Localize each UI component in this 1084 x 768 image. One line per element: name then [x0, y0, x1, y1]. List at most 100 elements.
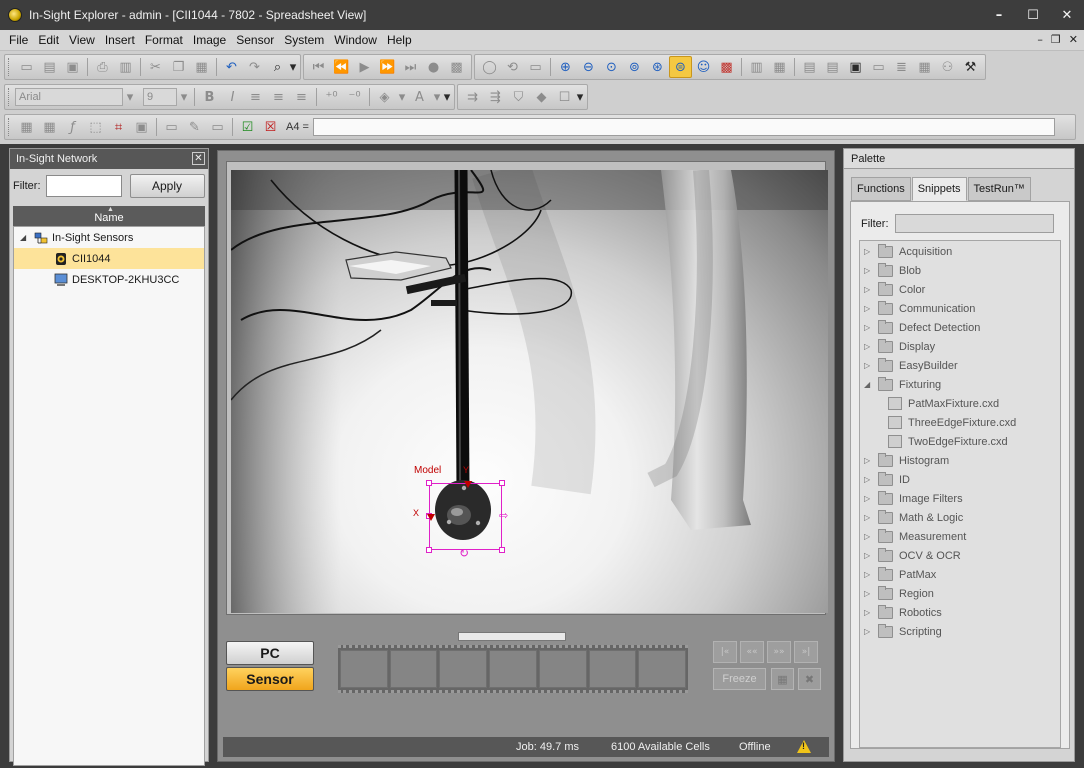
- palette-snippet[interactable]: ThreeEdgeFixture.cxd: [860, 413, 1060, 432]
- palette-folder[interactable]: ▷ Blob: [860, 261, 1060, 280]
- palette-folder[interactable]: ▷ Color: [860, 280, 1060, 299]
- camera-icon[interactable]: ▭: [524, 56, 547, 78]
- film-frame[interactable]: [588, 650, 637, 688]
- zoom-custom-icon[interactable]: ⊜: [669, 56, 692, 78]
- network-icon[interactable]: ⚇: [936, 56, 959, 78]
- collapse-icon[interactable]: ◢: [20, 233, 30, 242]
- new-icon[interactable]: ▭: [15, 56, 38, 78]
- mdi-minimize-button[interactable]: –: [1037, 33, 1043, 46]
- filmstrip-settings-icon[interactable]: ▦: [771, 668, 794, 690]
- expand-icon[interactable]: ▷: [864, 456, 878, 465]
- spreadsheet-icon[interactable]: ▥: [745, 56, 768, 78]
- menu-view[interactable]: View: [64, 33, 100, 47]
- overlay-icon[interactable]: ▩: [715, 56, 738, 78]
- font-color-dropdown-icon[interactable]: ▾: [431, 86, 443, 108]
- zoom-in-icon[interactable]: ⊕: [554, 56, 577, 78]
- palette-folder[interactable]: ▷ PatMax: [860, 565, 1060, 584]
- freeze-button[interactable]: Freeze: [713, 668, 766, 690]
- film-frame[interactable]: [340, 650, 388, 688]
- bold-icon[interactable]: B: [198, 86, 221, 108]
- tree-item-sensor[interactable]: CII1044: [14, 248, 204, 269]
- accept-icon[interactable]: ☑: [236, 116, 259, 138]
- toolbar-overflow-icon[interactable]: ▾: [443, 86, 451, 108]
- comment-icon[interactable]: ▭: [206, 116, 229, 138]
- calendar-icon[interactable]: ▦: [913, 56, 936, 78]
- expand-icon[interactable]: ▷: [864, 570, 878, 579]
- font-name-select[interactable]: Arial: [15, 88, 123, 106]
- palette-folder[interactable]: ▷ Robotics: [860, 603, 1060, 622]
- fill-color-icon[interactable]: ◈: [373, 86, 396, 108]
- expand-icon[interactable]: ▷: [864, 342, 878, 351]
- menu-file[interactable]: File: [4, 33, 33, 47]
- roi-handle[interactable]: [499, 480, 505, 486]
- palette-folder[interactable]: ▷ Histogram: [860, 451, 1060, 470]
- image-icon[interactable]: ▣: [130, 116, 153, 138]
- palette-snippet[interactable]: PatMaxFixture.cxd: [860, 394, 1060, 413]
- zoom-out-icon[interactable]: ⊖: [577, 56, 600, 78]
- previous-frame-button[interactable]: ««: [740, 641, 764, 663]
- chart-icon[interactable]: ▤: [798, 56, 821, 78]
- align-center-icon[interactable]: ≡: [267, 86, 290, 108]
- user-icon[interactable]: ☺: [692, 56, 715, 78]
- toolbar-grip[interactable]: [8, 118, 12, 136]
- redo-icon[interactable]: ↷: [243, 56, 266, 78]
- tab-functions[interactable]: Functions: [851, 177, 911, 201]
- expand-icon[interactable]: ▷: [864, 532, 878, 541]
- expand-icon[interactable]: ▷: [864, 494, 878, 503]
- expand-icon[interactable]: ▷: [864, 475, 878, 484]
- palette-folder[interactable]: ▷ Math & Logic: [860, 508, 1060, 527]
- palette-folder[interactable]: ▷ Region: [860, 584, 1060, 603]
- palette-folder[interactable]: ▷ Measurement: [860, 527, 1060, 546]
- font-size-select[interactable]: 9: [143, 88, 177, 106]
- palette-folder[interactable]: ◢ Fixturing: [860, 375, 1060, 394]
- zoom-100-icon[interactable]: ⊚: [623, 56, 646, 78]
- menu-help[interactable]: Help: [382, 33, 417, 47]
- expand-icon[interactable]: ▷: [864, 513, 878, 522]
- select-icon[interactable]: ⬚: [84, 116, 107, 138]
- expand-icon[interactable]: ▷: [864, 304, 878, 313]
- tree-item-pc[interactable]: DESKTOP-2KHU3CC: [14, 269, 204, 290]
- menu-edit[interactable]: Edit: [33, 33, 64, 47]
- menu-image[interactable]: Image: [188, 33, 231, 47]
- table-icon[interactable]: ▤: [821, 56, 844, 78]
- zoom-fit-icon[interactable]: ⊙: [600, 56, 623, 78]
- expand-icon[interactable]: ▷: [864, 361, 878, 370]
- roi-handle[interactable]: [499, 547, 505, 553]
- italic-icon[interactable]: I: [221, 86, 244, 108]
- palette-folder[interactable]: ▷ Image Filters: [860, 489, 1060, 508]
- cancel-icon[interactable]: ☒: [259, 116, 282, 138]
- palette-filter-input[interactable]: [894, 214, 1054, 233]
- record-icon[interactable]: ●: [422, 56, 445, 78]
- menu-sensor[interactable]: Sensor: [231, 33, 279, 47]
- film-icon[interactable]: ▩: [445, 56, 468, 78]
- minimize-button[interactable]: –: [982, 0, 1016, 30]
- pc-button[interactable]: PC: [226, 641, 314, 665]
- film-frame[interactable]: [638, 650, 687, 688]
- close-icon[interactable]: ✕: [192, 152, 205, 165]
- expand-icon[interactable]: ▷: [864, 589, 878, 598]
- palette-folder[interactable]: ▷ Communication: [860, 299, 1060, 318]
- palette-folder[interactable]: ▷ Defect Detection: [860, 318, 1060, 337]
- palette-folder[interactable]: ▷ Display: [860, 337, 1060, 356]
- last-image-icon[interactable]: ⏭: [399, 56, 422, 78]
- film-frame[interactable]: [538, 650, 587, 688]
- mdi-close-button[interactable]: ✕: [1069, 33, 1078, 46]
- print-icon[interactable]: ⎙: [91, 56, 114, 78]
- expand-icon[interactable]: ▷: [864, 285, 878, 294]
- expand-icon[interactable]: ▷: [864, 627, 878, 636]
- paste-icon[interactable]: ▦: [190, 56, 213, 78]
- mdi-restore-button[interactable]: ❐: [1051, 33, 1061, 46]
- network-filter-input[interactable]: [45, 175, 122, 197]
- menu-window[interactable]: Window: [329, 33, 382, 47]
- maximize-button[interactable]: ☐: [1016, 0, 1050, 30]
- cell-grid-icon[interactable]: ▦: [15, 116, 38, 138]
- roi-handle[interactable]: [426, 480, 432, 486]
- expand-icon[interactable]: ▷: [864, 608, 878, 617]
- tree-item-insight-sensors[interactable]: ◢ In-Sight Sensors: [14, 227, 204, 248]
- grid-icon[interactable]: ▦: [768, 56, 791, 78]
- apply-button[interactable]: Apply: [129, 174, 205, 198]
- roi-rotate-handle[interactable]: ↻: [459, 547, 469, 559]
- expand-icon[interactable]: ▷: [864, 266, 878, 275]
- find-icon[interactable]: ⌕: [266, 56, 289, 78]
- toolbar-overflow-icon[interactable]: ▾: [576, 86, 584, 108]
